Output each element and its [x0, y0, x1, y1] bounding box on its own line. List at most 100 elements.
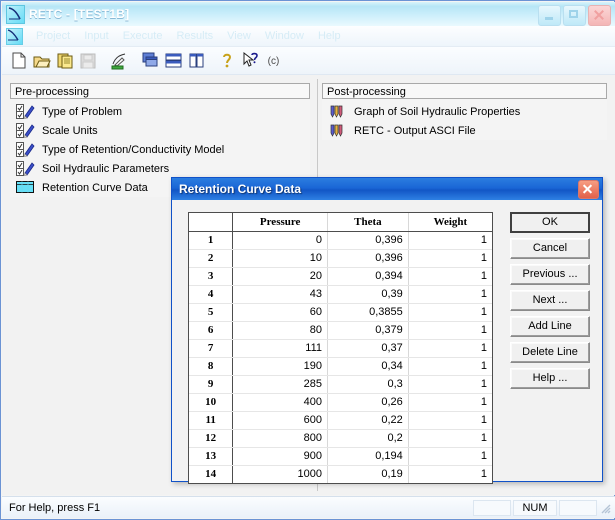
cell-theta[interactable]: 0,194: [327, 447, 409, 466]
list-item-retc-output-asci-file[interactable]: RETC - Output ASCI File: [322, 121, 607, 140]
cell-pressure[interactable]: 60: [232, 303, 329, 322]
cell-pressure[interactable]: 400: [232, 393, 329, 412]
next-button[interactable]: Next ...: [510, 290, 590, 311]
table-row[interactable]: 8 190 0,34 1: [189, 357, 492, 376]
close-button[interactable]: [588, 5, 611, 26]
execute-icon[interactable]: [108, 50, 130, 72]
cell-theta[interactable]: 0,3855: [327, 303, 409, 322]
menu-item-help[interactable]: Help: [311, 28, 348, 44]
cell-weight[interactable]: 1: [408, 447, 492, 466]
cell-weight[interactable]: 1: [408, 285, 492, 304]
context-help-icon[interactable]: [239, 50, 261, 72]
cell-weight[interactable]: 1: [408, 357, 492, 376]
table-row[interactable]: 10 400 0,26 1: [189, 393, 492, 412]
cell-weight[interactable]: 1: [408, 267, 492, 286]
save-icon: [77, 50, 99, 72]
cell-index: 3: [189, 267, 234, 286]
cell-pressure[interactable]: 600: [232, 411, 329, 430]
table-row[interactable]: 5 60 0,3855 1: [189, 303, 492, 322]
menu-item-input[interactable]: Input: [77, 28, 115, 44]
cell-pressure[interactable]: 900: [232, 447, 329, 466]
table-row[interactable]: 1 0 0,396 1: [189, 231, 492, 250]
list-item-graph-of-soil-hydraulic-properties[interactable]: Graph of Soil Hydraulic Properties: [322, 102, 607, 121]
list-item-scale-units[interactable]: Scale Units: [10, 121, 310, 140]
cell-theta[interactable]: 0,26: [327, 393, 409, 412]
copy-icon[interactable]: [54, 50, 76, 72]
cell-pressure[interactable]: 1000: [232, 465, 329, 483]
cell-theta[interactable]: 0,2: [327, 429, 409, 448]
list-item-retention-conductivity-model[interactable]: Type of Retention/Conductivity Model: [10, 140, 310, 159]
menu-item-execute[interactable]: Execute: [116, 28, 170, 44]
cell-theta[interactable]: 0,34: [327, 357, 409, 376]
dialog-body: Pressure Theta Weight 1 0 0,396 1 2 10 0,396 1…: [172, 200, 602, 484]
add-line-button[interactable]: Add Line: [510, 316, 590, 337]
list-item-soil-hydraulic-parameters[interactable]: Soil Hydraulic Parameters: [10, 159, 310, 178]
document-icon[interactable]: [6, 27, 23, 45]
copyright-icon[interactable]: (c): [262, 50, 284, 72]
table-row[interactable]: 14 1000 0,19 1: [189, 465, 492, 483]
help-icon[interactable]: [216, 50, 238, 72]
status-indicator-scrl: [559, 499, 597, 516]
open-folder-icon[interactable]: [31, 50, 53, 72]
ok-button[interactable]: OK: [510, 212, 590, 233]
menu-item-view[interactable]: View: [220, 28, 258, 44]
cell-pressure[interactable]: 111: [232, 339, 329, 358]
cell-weight[interactable]: 1: [408, 411, 492, 430]
table-row[interactable]: 3 20 0,394 1: [189, 267, 492, 286]
help-button[interactable]: Help ...: [510, 368, 590, 389]
cell-weight[interactable]: 1: [408, 465, 492, 483]
table-row[interactable]: 4 43 0,39 1: [189, 285, 492, 304]
cell-pressure[interactable]: 10: [232, 249, 329, 268]
cell-weight[interactable]: 1: [408, 303, 492, 322]
table-row[interactable]: 13 900 0,194 1: [189, 447, 492, 466]
cell-theta[interactable]: 0,394: [327, 267, 409, 286]
cell-index: 6: [189, 321, 234, 340]
cell-weight[interactable]: 1: [408, 249, 492, 268]
cell-weight[interactable]: 1: [408, 339, 492, 358]
dialog-close-button[interactable]: [578, 179, 599, 199]
menu-item-results[interactable]: Results: [169, 28, 220, 44]
cell-theta[interactable]: 0,3: [327, 375, 409, 394]
cell-theta[interactable]: 0,396: [327, 249, 409, 268]
cell-weight[interactable]: 1: [408, 393, 492, 412]
cell-theta[interactable]: 0,379: [327, 321, 409, 340]
cell-pressure[interactable]: 80: [232, 321, 329, 340]
cell-pressure[interactable]: 190: [232, 357, 329, 376]
checked-pencil-icon: [16, 104, 36, 119]
table-row[interactable]: 12 800 0,2 1: [189, 429, 492, 448]
cascade-windows-icon[interactable]: [139, 50, 161, 72]
cell-pressure[interactable]: 20: [232, 267, 329, 286]
cell-pressure[interactable]: 285: [232, 375, 329, 394]
menu-item-project[interactable]: Project: [29, 28, 77, 44]
cell-pressure[interactable]: 800: [232, 429, 329, 448]
cell-theta[interactable]: 0,396: [327, 231, 409, 250]
resize-grip-icon[interactable]: [598, 501, 612, 515]
cell-weight[interactable]: 1: [408, 375, 492, 394]
retention-data-grid[interactable]: Pressure Theta Weight 1 0 0,396 1 2 10 0,396 1…: [188, 212, 493, 484]
cell-pressure[interactable]: 0: [232, 231, 329, 250]
cancel-button[interactable]: Cancel: [510, 238, 590, 259]
list-item-type-of-problem[interactable]: Type of Problem: [10, 102, 310, 121]
cell-pressure[interactable]: 43: [232, 285, 329, 304]
table-row[interactable]: 11 600 0,22 1: [189, 411, 492, 430]
table-row[interactable]: 6 80 0,379 1: [189, 321, 492, 340]
table-row[interactable]: 7 111 0,37 1: [189, 339, 492, 358]
cell-weight[interactable]: 1: [408, 321, 492, 340]
new-file-icon[interactable]: [8, 50, 30, 72]
minimize-button[interactable]: [538, 5, 561, 26]
cell-theta[interactable]: 0,39: [327, 285, 409, 304]
cell-weight[interactable]: 1: [408, 429, 492, 448]
cell-theta[interactable]: 0,22: [327, 411, 409, 430]
table-row[interactable]: 9 285 0,3 1: [189, 375, 492, 394]
previous-button[interactable]: Previous ...: [510, 264, 590, 285]
cell-theta[interactable]: 0,19: [327, 465, 409, 483]
maximize-button[interactable]: [563, 5, 586, 26]
tile-horizontal-icon[interactable]: [162, 50, 184, 72]
cell-theta[interactable]: 0,37: [327, 339, 409, 358]
table-row[interactable]: 2 10 0,396 1: [189, 249, 492, 268]
delete-line-button[interactable]: Delete Line: [510, 342, 590, 363]
tile-vertical-icon[interactable]: [185, 50, 207, 72]
menu-item-window[interactable]: Window: [258, 28, 311, 44]
color-bars-icon: [328, 104, 348, 119]
cell-weight[interactable]: 1: [408, 231, 492, 250]
